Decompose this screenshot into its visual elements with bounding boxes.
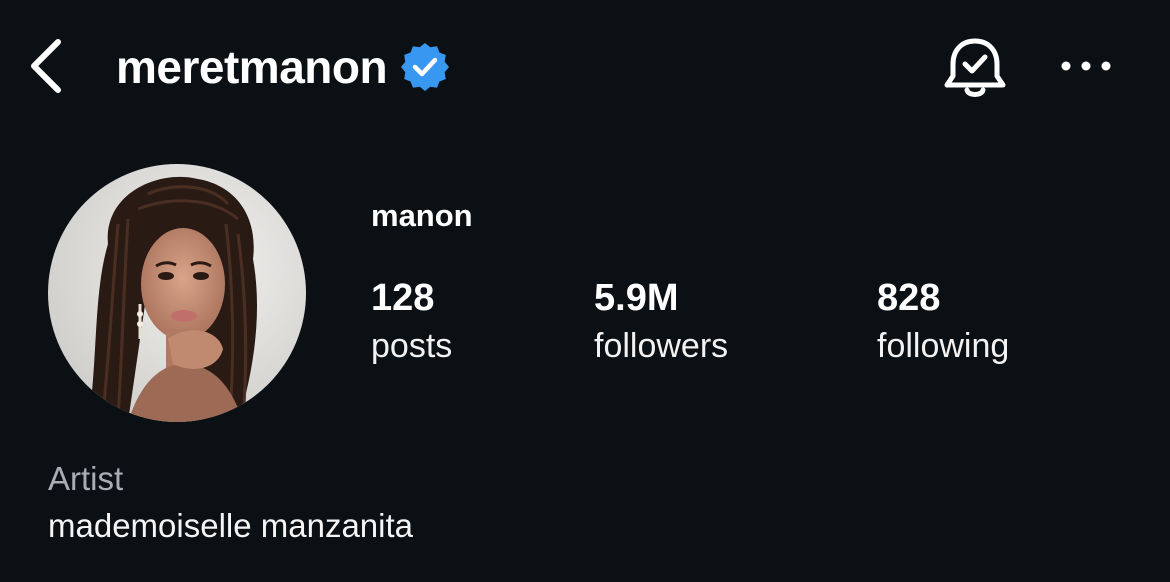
profile-username: meretmanon [116,41,388,93]
verified-badge-icon [401,43,450,91]
stat-posts-value: 128 [371,277,435,319]
chevron-left-icon [31,39,61,93]
stat-followers[interactable]: 5.9M followers [594,278,728,366]
stat-posts-label: posts [371,327,453,365]
back-button[interactable] [24,36,68,96]
more-options-button[interactable] [1056,44,1116,88]
profile-bio: mademoiselle manzanita [48,507,414,544]
stat-following[interactable]: 828 following [877,278,1009,366]
stat-following-label: following [877,327,1010,365]
bell-check-icon [944,38,1006,97]
avatar-photo [48,164,306,422]
profile-page: meretmanon manon 128 posts 5.9M follower… [0,0,1170,582]
profile-avatar[interactable] [48,164,306,422]
stat-posts[interactable]: 128 posts [371,278,452,366]
more-horizontal-icon [1061,61,1111,71]
stat-following-value: 828 [877,277,941,319]
profile-display-name: manon [371,198,473,233]
header-title: meretmanon [116,36,450,98]
stat-followers-value: 5.9M [594,277,679,319]
profile-category: Artist [48,460,124,497]
notifications-button[interactable] [940,36,1010,102]
stat-followers-label: followers [594,327,729,365]
